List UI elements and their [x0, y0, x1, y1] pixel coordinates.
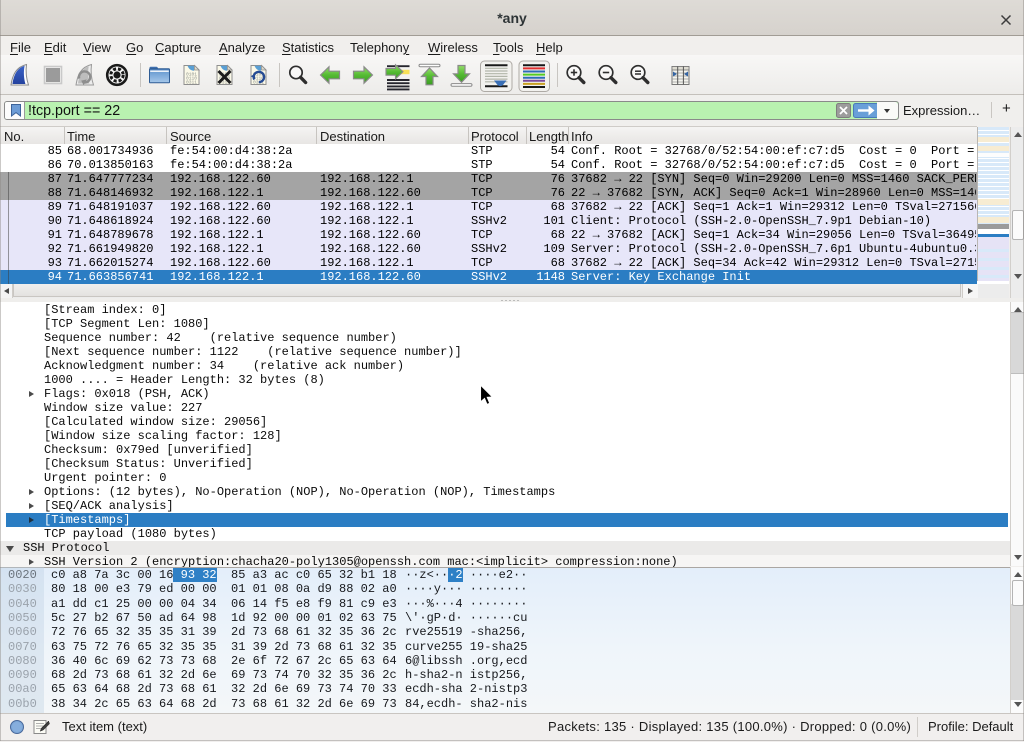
svg-text:0311: 0311	[186, 80, 197, 86]
